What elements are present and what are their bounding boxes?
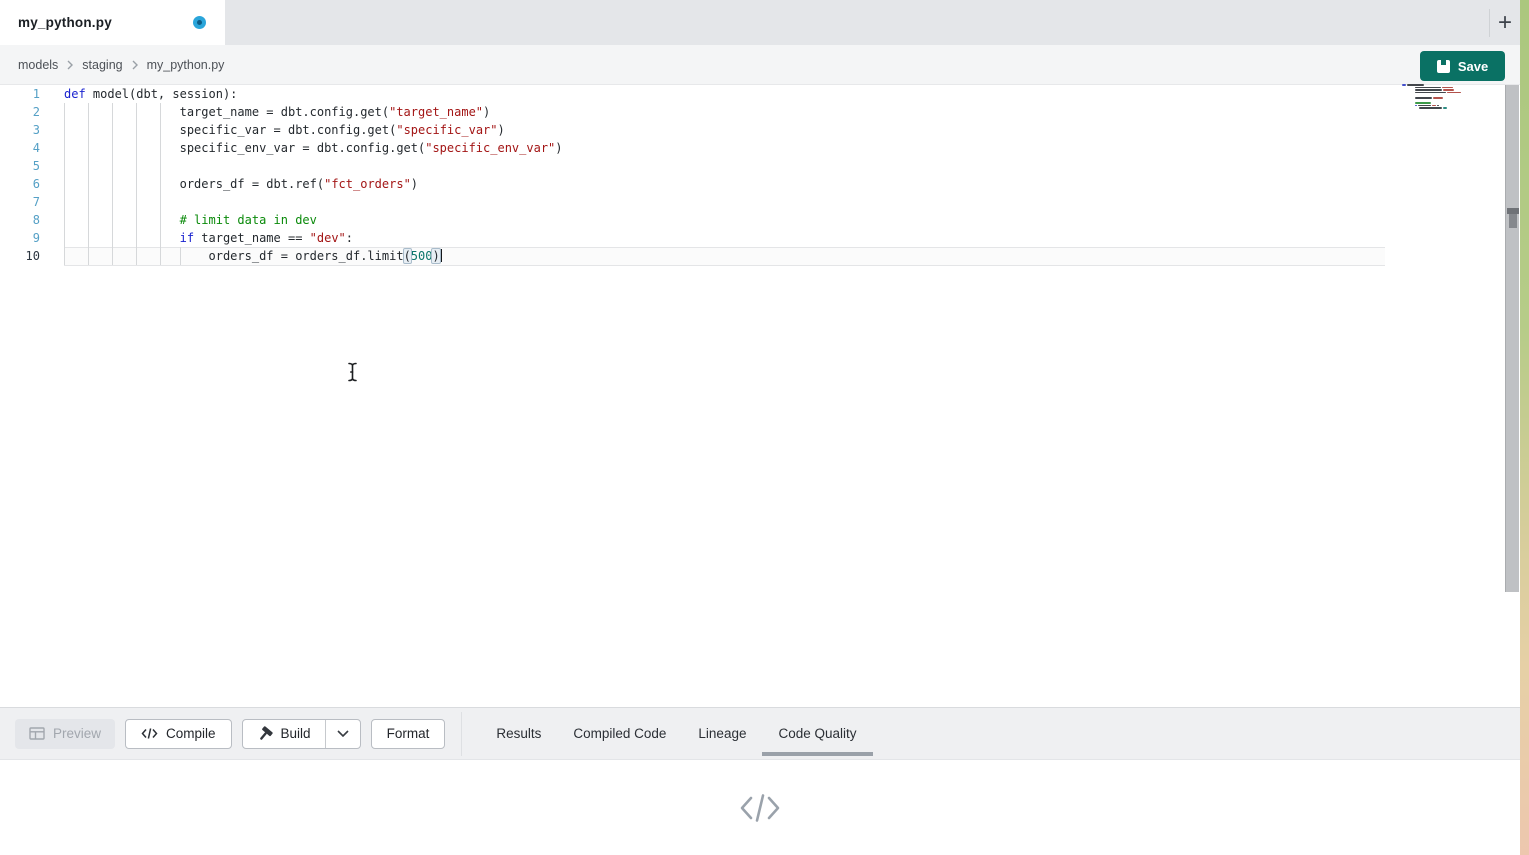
- format-button-label: Format: [387, 726, 430, 741]
- compile-button[interactable]: Compile: [125, 719, 232, 749]
- breadcrumb-item-models[interactable]: models: [18, 58, 58, 72]
- panel-tabs: Results Compiled Code Lineage Code Quali…: [480, 708, 872, 759]
- build-button[interactable]: Build: [243, 720, 325, 748]
- code-quality-panel: [0, 760, 1520, 855]
- code-line[interactable]: specific_var = dbt.config.get("specific_…: [0, 121, 1460, 139]
- code-editor[interactable]: 12345678910 def model(dbt, session): tar…: [0, 85, 1520, 707]
- bottom-toolbar: Preview Compile Build Format Results Com…: [0, 707, 1520, 760]
- save-icon: [1437, 60, 1450, 73]
- save-button-label: Save: [1458, 59, 1488, 74]
- unsaved-changes-icon: [193, 16, 206, 29]
- code-line[interactable]: # limit data in dev: [0, 211, 1460, 229]
- tab-lineage[interactable]: Lineage: [682, 708, 762, 759]
- tab-compiled-code[interactable]: Compiled Code: [557, 708, 682, 759]
- code-lines[interactable]: def model(dbt, session): target_name = d…: [0, 85, 1460, 265]
- code-line[interactable]: def model(dbt, session):: [0, 85, 1460, 103]
- text-caret: [440, 249, 442, 262]
- breadcrumb-item-file[interactable]: my_python.py: [147, 58, 225, 72]
- table-grid-icon: [29, 727, 45, 740]
- code-line[interactable]: target_name = dbt.config.get("target_nam…: [0, 103, 1460, 121]
- preview-button[interactable]: Preview: [15, 719, 115, 749]
- code-line[interactable]: orders_df = dbt.ref("fct_orders"): [0, 175, 1460, 193]
- toolbar-divider: [461, 712, 462, 756]
- file-tab-strip: my_python.py +: [0, 0, 1520, 45]
- code-line[interactable]: if target_name == "dev":: [0, 229, 1460, 247]
- code-line[interactable]: orders_df = orders_df.limit(500): [0, 247, 1460, 265]
- chevron-down-icon: [337, 730, 349, 737]
- tab-code-quality[interactable]: Code Quality: [762, 708, 872, 759]
- tab-results[interactable]: Results: [480, 708, 557, 759]
- breadcrumb: models staging my_python.py: [0, 45, 1520, 85]
- chevron-right-icon: [132, 60, 138, 70]
- active-tab-indicator: [762, 752, 872, 756]
- file-tab-title: my_python.py: [18, 15, 112, 30]
- build-options-button[interactable]: [326, 720, 360, 748]
- breadcrumb-item-staging[interactable]: staging: [82, 58, 122, 72]
- ide-screen: my_python.py + models staging my_python.…: [0, 0, 1529, 855]
- build-split-button: Build: [242, 719, 361, 749]
- chevron-right-icon: [67, 60, 73, 70]
- preview-button-label: Preview: [53, 726, 101, 741]
- desktop-edge-strip: [1520, 0, 1529, 855]
- save-button[interactable]: Save: [1420, 51, 1505, 81]
- hammer-icon: [257, 726, 273, 742]
- format-button[interactable]: Format: [371, 719, 446, 749]
- new-tab-button[interactable]: +: [1490, 4, 1520, 41]
- code-placeholder-icon: [738, 793, 782, 823]
- code-line[interactable]: specific_env_var = dbt.config.get("speci…: [0, 139, 1460, 157]
- compile-button-label: Compile: [166, 726, 216, 741]
- code-minimap: [1402, 84, 1466, 110]
- scrollbar-thumb[interactable]: [1506, 208, 1520, 228]
- code-brackets-icon: [141, 728, 158, 739]
- code-line[interactable]: [0, 193, 1460, 211]
- editor-scrollbar[interactable]: [1505, 85, 1519, 592]
- code-line[interactable]: [0, 157, 1460, 175]
- build-button-label: Build: [281, 726, 311, 741]
- file-tab-my-python[interactable]: my_python.py: [0, 0, 225, 45]
